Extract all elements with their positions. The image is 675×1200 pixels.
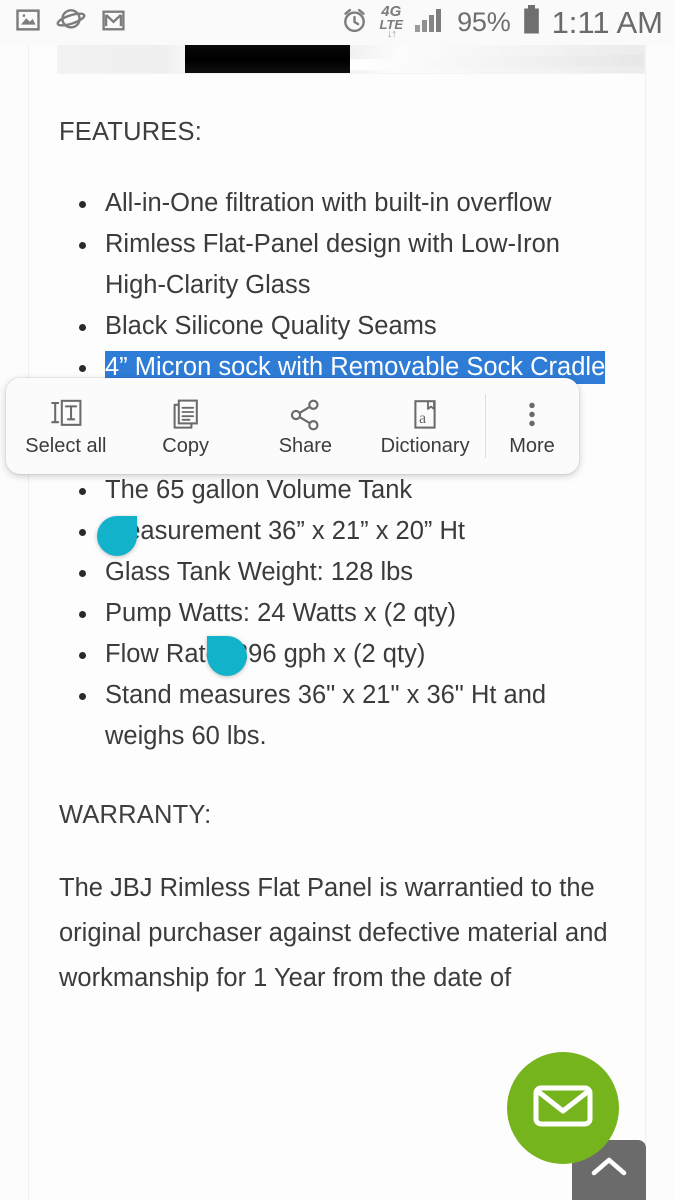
status-bar-system-icons: 4G LTE ↓↑ 95% 1:11 AM <box>340 4 675 40</box>
product-image-glare <box>350 54 644 71</box>
gallery-icon <box>14 6 42 39</box>
warranty-paragraph: The JBJ Rimless Flat Panel is warrantied… <box>59 874 608 992</box>
feature-text: Stand measures 36" x 21" x 36" Ht and we… <box>105 681 547 750</box>
battery-percent-label: 95% <box>457 7 511 37</box>
feature-text: Black Silicone Quality Seams <box>105 312 437 340</box>
dictionary-label: Dictionary <box>380 434 470 457</box>
selection-end-handle[interactable] <box>207 636 247 676</box>
email-fab-button[interactable] <box>507 1052 619 1164</box>
list-item[interactable]: Black Silicone Quality Seams <box>59 306 617 347</box>
svg-text:a: a <box>419 408 426 426</box>
warranty-heading: WARRANTY: <box>59 801 212 829</box>
battery-icon <box>522 5 541 40</box>
list-item[interactable]: Measurement 36” x 21” x 20” Ht <box>59 511 617 552</box>
dictionary-button[interactable]: a Dictionary <box>365 378 485 474</box>
list-item[interactable]: Stand measures 36" x 21" x 36" Ht and we… <box>59 675 617 757</box>
feature-text: Glass Tank Weight: 128 lbs <box>105 558 414 586</box>
share-button[interactable]: Share <box>246 378 366 474</box>
share-icon <box>287 397 323 433</box>
select-all-icon <box>48 397 84 433</box>
text-selection-toolbar: Select all Copy Share a Dictionary More <box>6 378 579 474</box>
product-image-dark-region <box>185 45 350 73</box>
browser-content[interactable]: FEATURES: All-in-One filtration with bui… <box>0 45 675 1200</box>
gmail-icon <box>100 7 127 39</box>
copy-label: Copy <box>162 434 209 457</box>
feature-text: Measurement 36” x 21” x 20” Ht <box>105 517 465 545</box>
status-bar: 4G LTE ↓↑ 95% 1:11 AM <box>0 0 675 45</box>
list-item[interactable]: Flow Rate: 396 gph x (2 qty) <box>59 634 617 675</box>
samsung-internet-icon <box>56 6 86 39</box>
product-image-cutoff[interactable] <box>57 45 645 74</box>
select-all-label: Select all <box>25 434 107 457</box>
selection-start-handle[interactable] <box>97 516 137 556</box>
chevron-up-icon <box>588 1152 630 1187</box>
share-label: Share <box>278 434 333 457</box>
features-heading: FEATURES: <box>59 118 203 146</box>
feature-text: All-in-One filtration with built-in over… <box>105 189 552 217</box>
data-arrows-icon: ↓↑ <box>386 27 397 40</box>
copy-icon <box>168 397 204 433</box>
feature-text: Pump Watts: 24 Watts x (2 qty) <box>105 599 456 627</box>
clock-label: 1:11 AM <box>551 5 663 40</box>
feature-text: Rimless Flat-Panel design with Low-Iron … <box>105 230 560 299</box>
list-item[interactable]: Pump Watts: 24 Watts x (2 qty) <box>59 593 617 634</box>
page-column: FEATURES: All-in-One filtration with bui… <box>28 45 646 1200</box>
list-item[interactable]: Rimless Flat-Panel design with Low-Iron … <box>59 224 617 306</box>
dictionary-icon: a <box>407 397 443 433</box>
more-label: More <box>509 434 555 457</box>
feature-text: Flow Rate: 396 gph x (2 qty) <box>105 640 426 668</box>
status-bar-notification-icons <box>0 6 127 39</box>
list-item[interactable]: Glass Tank Weight: 128 lbs <box>59 552 617 593</box>
more-button[interactable]: More <box>485 378 579 474</box>
feature-text: The 65 gallon Volume Tank <box>105 476 413 504</box>
signal-bars-icon <box>414 7 446 38</box>
select-all-button[interactable]: Select all <box>6 378 126 474</box>
phone-screen: 4G LTE ↓↑ 95% 1:11 AM FEATURES: All-in-O… <box>0 0 675 1200</box>
more-vertical-icon <box>514 397 550 433</box>
envelope-icon <box>532 1081 594 1136</box>
list-item[interactable]: All-in-One filtration with built-in over… <box>59 183 617 224</box>
list-item[interactable]: The 65 gallon Volume Tank <box>59 470 617 511</box>
copy-button[interactable]: Copy <box>126 378 246 474</box>
network-type-indicator: 4G LTE ↓↑ <box>380 4 404 40</box>
alarm-clock-icon <box>340 6 369 40</box>
